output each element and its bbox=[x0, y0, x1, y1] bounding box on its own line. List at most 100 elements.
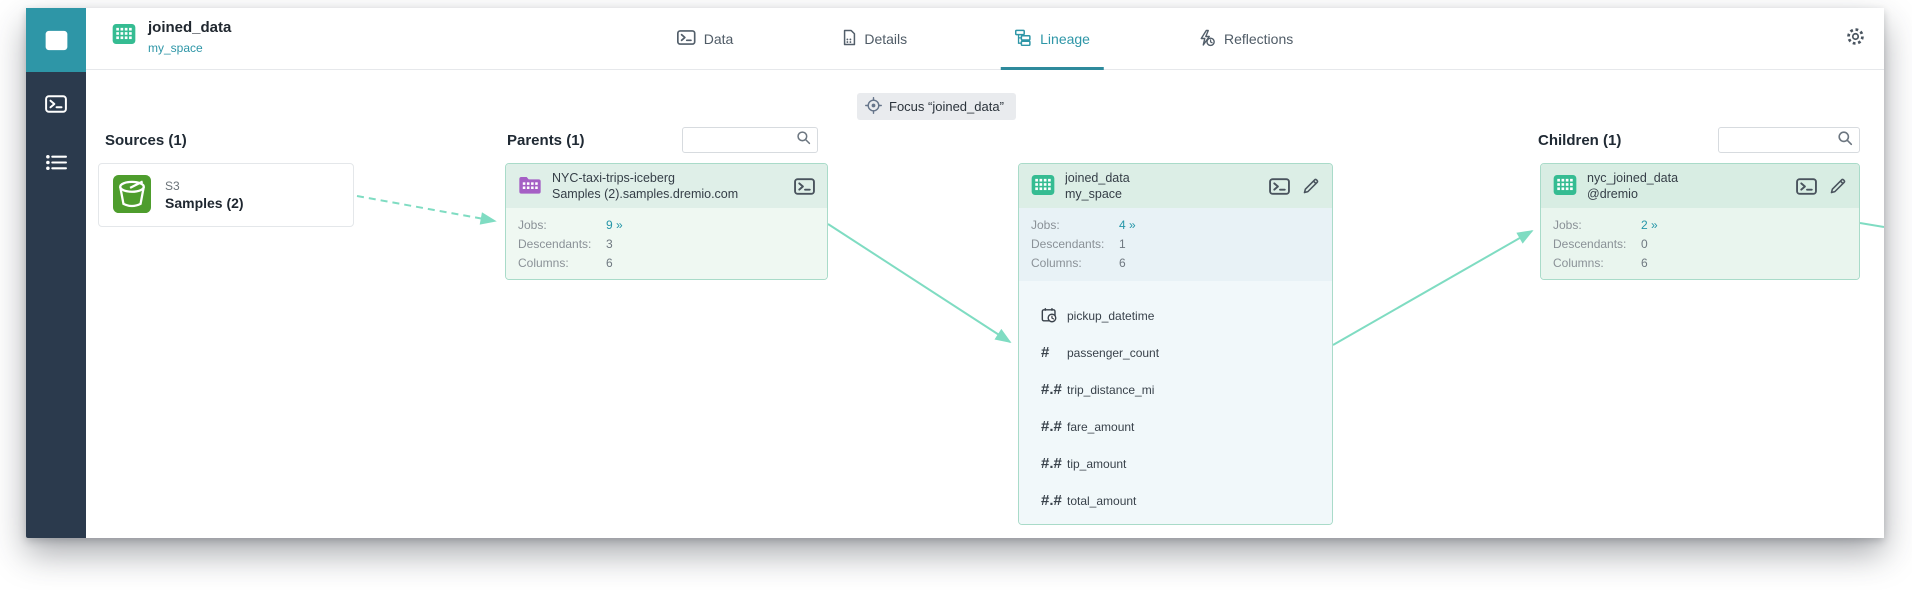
source-card-s3[interactable]: S3 Samples (2) bbox=[98, 163, 354, 227]
sidebar-item-sql-runner[interactable] bbox=[26, 82, 86, 126]
edge-child-offscreen bbox=[1859, 222, 1884, 228]
children-heading: Children (1) bbox=[1538, 132, 1622, 149]
descendants-label: Descendants: bbox=[518, 237, 592, 251]
dataset-tabs: Data Details Lineage Reflections bbox=[677, 8, 1293, 70]
float-type-icon: #.# bbox=[1041, 455, 1062, 472]
parents-heading: Parents (1) bbox=[507, 132, 585, 149]
column-row: #.# tip_amount bbox=[1041, 445, 1318, 482]
descendants-value: 0 bbox=[1641, 237, 1648, 251]
lineage-canvas: Focus “joined_data” Sources (1) Parents … bbox=[86, 70, 1884, 538]
parent-card-stats: Jobs: 9 » Descendants: 3 Columns: 6 bbox=[506, 208, 827, 279]
columns-value: 6 bbox=[1641, 256, 1648, 270]
virtual-dataset-icon bbox=[1031, 173, 1055, 200]
focused-card-path: my_space bbox=[1065, 187, 1122, 201]
details-doc-icon bbox=[841, 29, 856, 49]
dataset-space-breadcrumb[interactable]: my_space bbox=[148, 41, 231, 55]
column-name: total_amount bbox=[1067, 493, 1137, 508]
descendants-value: 3 bbox=[606, 237, 613, 251]
column-row: pickup_datetime bbox=[1041, 297, 1318, 334]
child-node-card[interactable]: nyc_joined_data @dremio Jobs: 2 » Descend… bbox=[1540, 163, 1860, 280]
child-card-title: nyc_joined_data bbox=[1587, 170, 1679, 185]
parents-search-input[interactable] bbox=[683, 133, 796, 147]
left-nav-sidebar bbox=[26, 8, 86, 538]
dataset-heading: joined_data my_space bbox=[112, 19, 231, 55]
datasets-grid-icon bbox=[45, 29, 68, 52]
focus-dataset-button[interactable]: Focus “joined_data” bbox=[857, 93, 1016, 120]
columns-value: 6 bbox=[606, 256, 613, 270]
children-search-input[interactable] bbox=[1719, 133, 1837, 147]
child-card-stats: Jobs: 2 » Descendants: 0 Columns: 6 bbox=[1541, 208, 1859, 279]
parent-card-title: NYC-taxi-trips-iceberg bbox=[552, 170, 675, 185]
jobs-value-link[interactable]: 4 » bbox=[1119, 216, 1136, 235]
column-name: pickup_datetime bbox=[1067, 308, 1155, 323]
settings-gear-icon[interactable] bbox=[1845, 26, 1866, 52]
edge-focused-to-child bbox=[1332, 230, 1534, 346]
column-row: #.# trip_distance_mi bbox=[1041, 371, 1318, 408]
focused-card-header: joined_data my_space bbox=[1019, 164, 1332, 208]
lineage-tree-icon bbox=[1015, 29, 1032, 49]
column-row: #.# fare_amount bbox=[1041, 408, 1318, 445]
columns-label: Columns: bbox=[1553, 256, 1604, 270]
open-sql-icon[interactable] bbox=[1269, 178, 1290, 195]
tab-data[interactable]: Data bbox=[677, 8, 734, 70]
page-header: joined_data my_space Data Details Lineag… bbox=[86, 8, 1884, 70]
physical-dataset-icon bbox=[518, 173, 542, 200]
sidebar-item-jobs[interactable] bbox=[26, 140, 86, 184]
child-card-header: nyc_joined_data @dremio bbox=[1541, 164, 1859, 208]
dataset-table-icon bbox=[112, 22, 136, 51]
edge-source-to-parent bbox=[356, 195, 497, 225]
parent-card-path: Samples (2).samples.dremio.com bbox=[552, 187, 739, 201]
tab-reflections-label: Reflections bbox=[1223, 31, 1294, 47]
screenshot-stage: joined_data my_space Data Details Lineag… bbox=[0, 0, 1912, 590]
data-terminal-icon bbox=[677, 30, 696, 48]
source-type-label: S3 bbox=[165, 179, 180, 193]
descendants-label: Descendants: bbox=[1031, 237, 1105, 251]
reflections-bolt-clock-icon bbox=[1198, 29, 1216, 50]
edit-pencil-icon[interactable] bbox=[1302, 177, 1320, 195]
page-title: joined_data bbox=[148, 19, 232, 36]
child-card-path: @dremio bbox=[1587, 187, 1638, 201]
tab-details[interactable]: Details bbox=[841, 8, 907, 70]
parent-card-header: NYC-taxi-trips-iceberg Samples (2).sampl… bbox=[506, 164, 827, 208]
focus-button-label: Focus “joined_data” bbox=[889, 99, 1004, 114]
source-name: Samples (2) bbox=[165, 195, 244, 211]
tab-reflections[interactable]: Reflections bbox=[1198, 8, 1293, 70]
float-type-icon: #.# bbox=[1041, 492, 1062, 509]
tab-lineage[interactable]: Lineage bbox=[1001, 8, 1104, 70]
column-name: trip_distance_mi bbox=[1067, 382, 1155, 397]
focused-node-card[interactable]: joined_data my_space Jobs: 4 » Descendant… bbox=[1018, 163, 1333, 525]
tab-details-label: Details bbox=[864, 31, 908, 47]
s3-bucket-icon bbox=[113, 174, 151, 216]
sidebar-item-datasets[interactable] bbox=[26, 8, 86, 72]
jobs-label: Jobs: bbox=[1553, 218, 1582, 232]
column-name: fare_amount bbox=[1067, 419, 1135, 434]
sources-heading: Sources (1) bbox=[105, 132, 187, 149]
focus-crosshair-icon bbox=[865, 97, 882, 117]
open-sql-icon[interactable] bbox=[794, 178, 815, 195]
column-row: #.# total_amount bbox=[1041, 482, 1318, 519]
descendants-value: 1 bbox=[1119, 237, 1126, 251]
tab-data-label: Data bbox=[703, 31, 734, 47]
integer-type-icon: # bbox=[1041, 344, 1050, 361]
edge-parent-to-focused bbox=[827, 223, 1012, 343]
columns-label: Columns: bbox=[518, 256, 569, 270]
dremio-app-window: joined_data my_space Data Details Lineag… bbox=[26, 8, 1884, 538]
columns-value: 6 bbox=[1119, 256, 1126, 270]
virtual-dataset-icon bbox=[1553, 173, 1577, 200]
descendants-label: Descendants: bbox=[1553, 237, 1627, 251]
focused-card-columns-list: pickup_datetime # passenger_count #.# tr… bbox=[1019, 281, 1332, 524]
jobs-label: Jobs: bbox=[518, 218, 547, 232]
datetime-type-icon bbox=[1041, 307, 1067, 324]
columns-label: Columns: bbox=[1031, 256, 1082, 270]
jobs-value-link[interactable]: 9 » bbox=[606, 216, 623, 235]
jobs-label: Jobs: bbox=[1031, 218, 1060, 232]
parent-node-card[interactable]: NYC-taxi-trips-iceberg Samples (2).sampl… bbox=[505, 163, 828, 280]
children-search bbox=[1718, 127, 1860, 153]
open-sql-icon[interactable] bbox=[1796, 178, 1817, 195]
search-icon bbox=[796, 130, 811, 150]
jobs-value-link[interactable]: 2 » bbox=[1641, 216, 1658, 235]
float-type-icon: #.# bbox=[1041, 381, 1062, 398]
focused-card-title: joined_data bbox=[1065, 170, 1130, 185]
column-name: tip_amount bbox=[1067, 456, 1127, 471]
edit-pencil-icon[interactable] bbox=[1829, 177, 1847, 195]
